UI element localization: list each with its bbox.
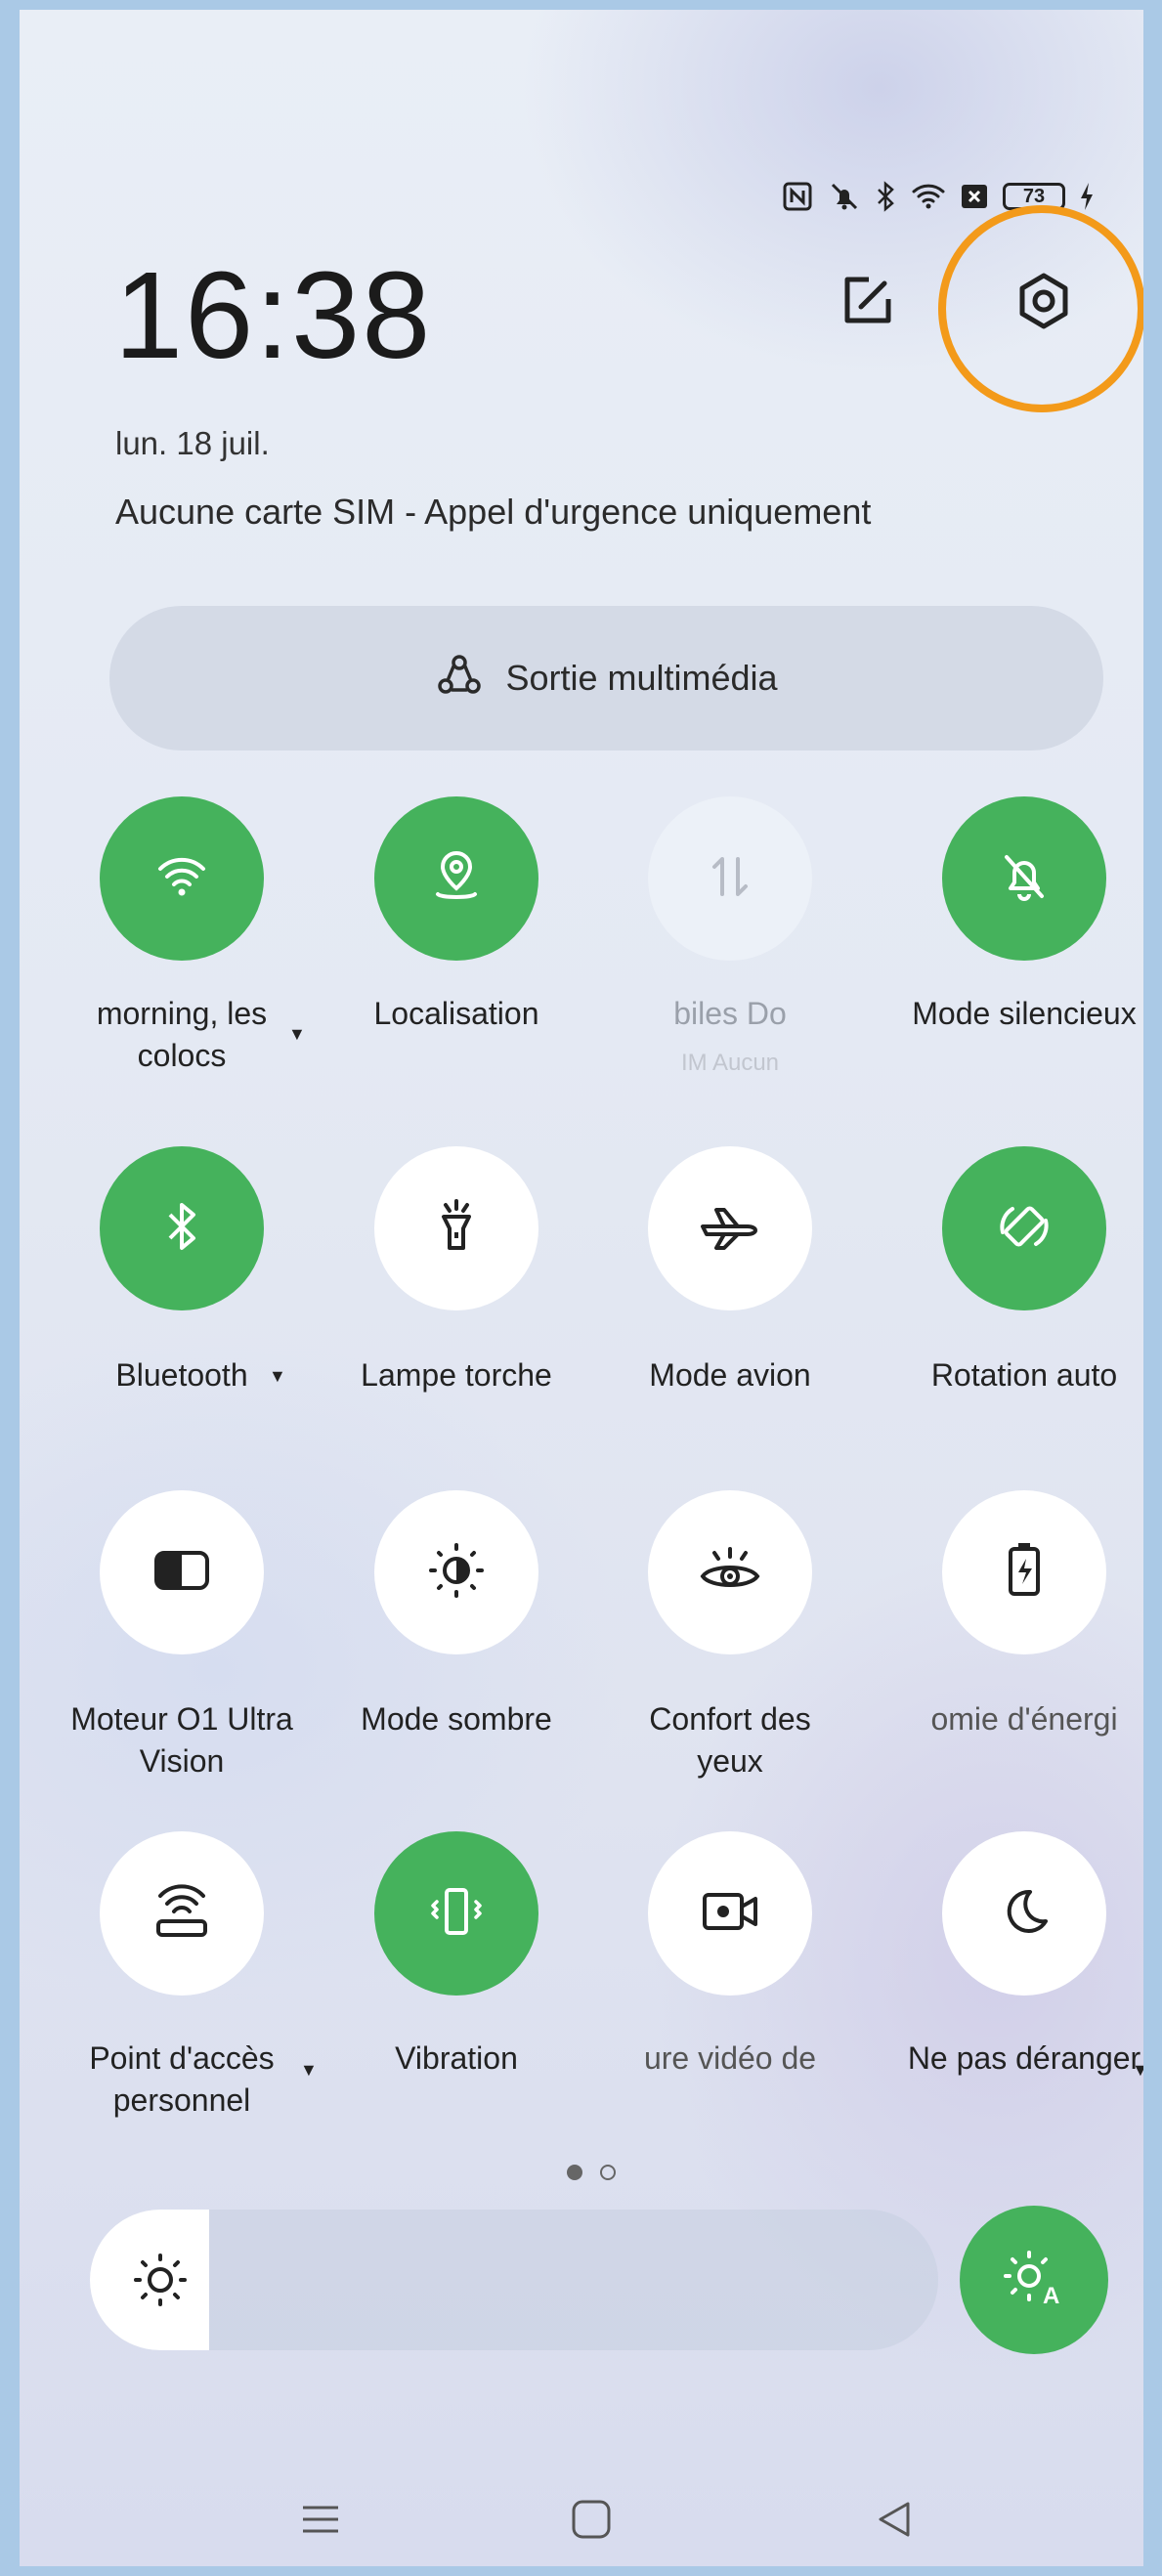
auto-brightness-icon: A xyxy=(1000,2247,1068,2314)
wifi-icon xyxy=(155,850,208,908)
location-icon xyxy=(430,847,483,911)
back-button[interactable] xyxy=(855,2482,933,2560)
clock: 16:38 xyxy=(114,246,433,384)
tile-vision-engine-label: Moteur O1 Ultra Vision xyxy=(70,1701,293,1779)
page-dot-active xyxy=(567,2165,582,2180)
rotation-icon xyxy=(995,1197,1054,1261)
media-output-button[interactable]: Sortie multimédia xyxy=(109,606,1103,751)
tile-do-not-disturb-label: Ne pas déranger xyxy=(907,2040,1141,2076)
tile-auto-rotate[interactable] xyxy=(942,1146,1106,1310)
bluetooth-icon xyxy=(876,181,897,212)
brightness-slider[interactable] xyxy=(90,2210,938,2350)
hotspot-icon xyxy=(151,1882,213,1946)
bluetooth-expand-caret[interactable]: ▼ xyxy=(269,1366,286,1387)
tile-auto-rotate-label: Rotation auto xyxy=(930,1357,1118,1393)
page-dot-inactive[interactable] xyxy=(600,2165,616,2180)
tile-vibration-label: Vibration xyxy=(395,2040,518,2076)
page-indicator xyxy=(567,2165,616,2180)
tile-vision-engine[interactable] xyxy=(100,1490,264,1654)
wifi-expand-caret[interactable]: ▼ xyxy=(288,1024,306,1045)
tile-screen-record[interactable] xyxy=(648,1831,812,1996)
screen-record-icon xyxy=(699,1889,761,1939)
edit-tiles-button[interactable] xyxy=(836,272,898,334)
tile-flashlight[interactable] xyxy=(374,1146,538,1310)
tile-mobile-data[interactable] xyxy=(648,796,812,961)
menu-icon xyxy=(299,2500,342,2544)
tile-mobile-data-sublabel: IM Aucun xyxy=(680,1050,780,1076)
media-output-label: Sortie multimédia xyxy=(505,658,778,698)
tile-do-not-disturb[interactable] xyxy=(942,1831,1106,1996)
wifi-icon xyxy=(911,181,946,212)
home-button[interactable] xyxy=(552,2482,630,2560)
tile-bluetooth[interactable] xyxy=(100,1146,264,1310)
tile-battery-saver-label: omie d'énergi xyxy=(930,1701,1118,1737)
moon-icon xyxy=(997,1884,1052,1944)
mute-icon xyxy=(827,181,862,212)
date: lun. 18 juil. xyxy=(115,425,270,461)
hotspot-expand-caret[interactable]: ▼ xyxy=(300,2060,318,2081)
tile-eye-comfort-label: Confort des yeux xyxy=(649,1701,811,1779)
svg-text:A: A xyxy=(1043,2283,1059,2309)
tile-silent-mode-label: Mode silencieux xyxy=(912,996,1137,1031)
tile-battery-saver[interactable] xyxy=(942,1490,1106,1654)
settings-highlight-ring xyxy=(938,205,1143,412)
menu-button[interactable] xyxy=(281,2482,360,2560)
tile-eye-comfort[interactable] xyxy=(648,1490,812,1654)
sim-status: Aucune carte SIM - Appel d'urgence uniqu… xyxy=(115,492,872,532)
tile-airplane-mode[interactable] xyxy=(648,1146,812,1310)
tile-location[interactable] xyxy=(374,796,538,961)
brightness-icon xyxy=(131,2251,190,2314)
auto-brightness-button[interactable]: A xyxy=(960,2206,1108,2354)
tile-flashlight-label: Lampe torche xyxy=(361,1357,552,1393)
tile-hotspot-label: Point d'accès personnel xyxy=(89,2040,275,2118)
quick-settings-panel: 73 16:38 lun. 18 juil. Aucune carte SIM … xyxy=(20,10,1143,2566)
home-icon xyxy=(570,2498,613,2546)
flashlight-icon xyxy=(432,1197,481,1261)
tile-bluetooth-label: Bluetooth xyxy=(115,1357,248,1393)
airplane-icon xyxy=(699,1202,761,1256)
battery-saver-icon xyxy=(1005,1541,1044,1605)
tile-wifi-label: morning, les colocs xyxy=(96,996,268,1073)
bluetooth-icon xyxy=(162,1199,201,1259)
tile-vibration[interactable] xyxy=(374,1831,538,1996)
mobile-data-icon xyxy=(706,849,754,909)
tile-mobile-data-label: biles Do xyxy=(673,996,787,1031)
vibration-icon xyxy=(425,1884,488,1944)
eye-comfort-icon xyxy=(699,1543,761,1603)
dark-mode-icon xyxy=(425,1539,488,1607)
back-icon xyxy=(873,2498,916,2546)
tile-dark-mode[interactable] xyxy=(374,1490,538,1654)
bell-off-icon xyxy=(997,849,1052,909)
edit-icon xyxy=(839,274,894,333)
tile-location-label: Localisation xyxy=(373,996,539,1031)
media-output-icon xyxy=(435,653,484,705)
tile-airplane-mode-label: Mode avion xyxy=(649,1357,811,1393)
tile-dark-mode-label: Mode sombre xyxy=(361,1701,552,1737)
tile-silent-mode[interactable] xyxy=(942,796,1106,961)
tile-hotspot[interactable] xyxy=(100,1831,264,1996)
no-sim-icon xyxy=(960,181,989,212)
navigation-bar xyxy=(20,2482,1143,2560)
nfc-icon xyxy=(782,181,813,212)
tile-screen-record-label: ure vidéo de xyxy=(643,2040,817,2076)
tile-wifi[interactable] xyxy=(100,796,264,961)
dnd-expand-caret[interactable]: ▼ xyxy=(1132,2060,1143,2081)
charging-icon xyxy=(1079,181,1095,212)
vision-engine-icon xyxy=(152,1549,211,1597)
